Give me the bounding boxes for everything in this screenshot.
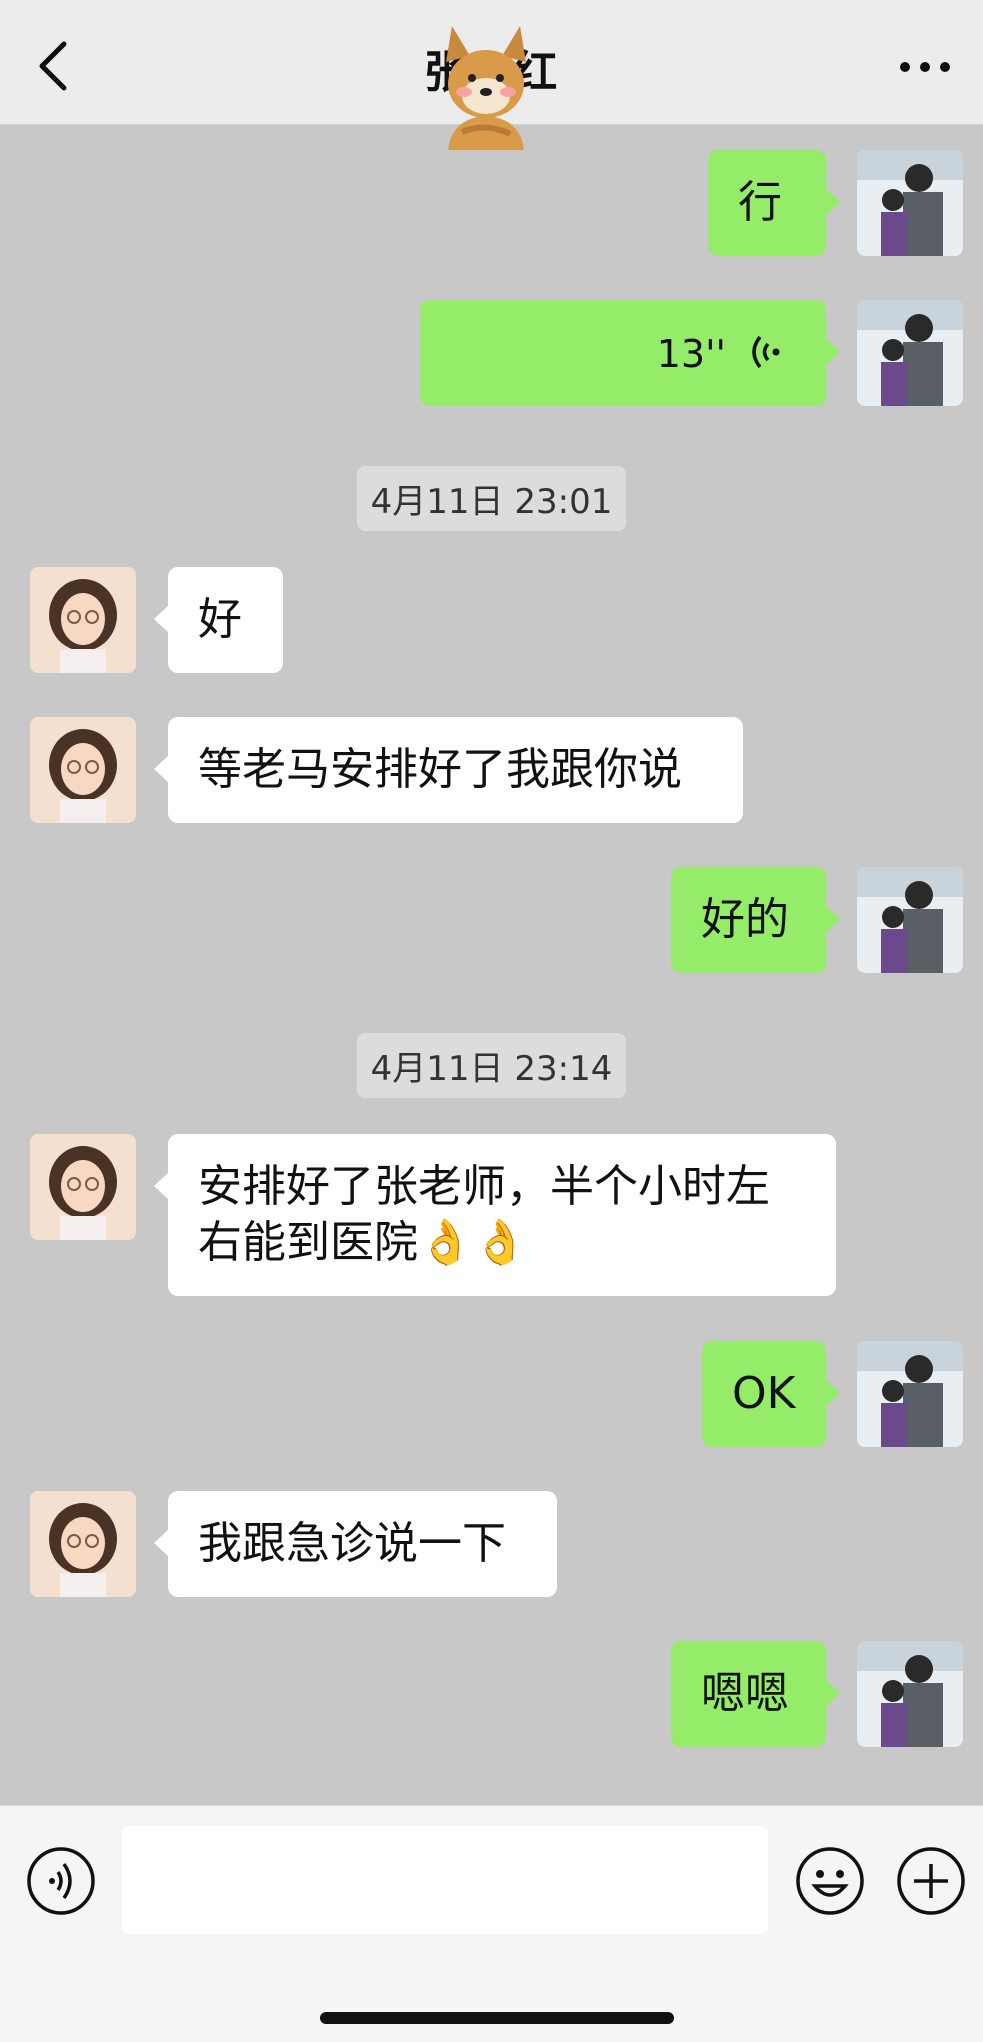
voice-input-icon: [27, 1847, 95, 1915]
message-text: 安排好了张老师，半个小时左右能到医院👌👌: [198, 1161, 770, 1268]
emoji-button[interactable]: [795, 1846, 865, 1916]
girl-avatar-icon: [30, 1491, 136, 1597]
timestamp-text: 4月11日 23:01: [356, 466, 627, 531]
girl-avatar-icon: [30, 717, 136, 823]
contact-avatar[interactable]: [30, 717, 136, 823]
message-bubble[interactable]: 嗯嗯: [671, 1641, 840, 1747]
message-bubble[interactable]: 好: [154, 567, 283, 673]
my-avatar[interactable]: [857, 300, 963, 406]
voice-message-bubble[interactable]: 13'': [420, 300, 840, 406]
girl-avatar-icon: [30, 1134, 136, 1240]
home-indicator: [320, 2012, 674, 2024]
couple-avatar-icon: [857, 867, 963, 973]
voice-duration: 13'': [656, 332, 726, 376]
message-bubble[interactable]: 等老马安排好了我跟你说: [154, 717, 743, 823]
more-button[interactable]: [895, 52, 955, 82]
message-bubble[interactable]: 安排好了张老师，半个小时左右能到医院👌👌: [154, 1134, 836, 1296]
couple-avatar-icon: [857, 1641, 963, 1747]
message-bubble[interactable]: OK: [702, 1341, 840, 1447]
my-avatar[interactable]: [857, 1641, 963, 1747]
couple-avatar-icon: [857, 300, 963, 406]
girl-avatar-icon: [30, 567, 136, 673]
my-avatar[interactable]: [857, 150, 963, 256]
couple-avatar-icon: [857, 1341, 963, 1447]
couple-avatar-icon: [857, 150, 963, 256]
timestamp: 4月11日 23:01: [0, 466, 983, 531]
contact-avatar[interactable]: [30, 567, 136, 673]
message-list[interactable]: 行 13'' 4月11日 23:01 好 等老马安排好了我跟你说 好的 4月11…: [0, 125, 983, 1805]
message-input[interactable]: [122, 1826, 768, 1934]
message-text: 嗯嗯: [701, 1668, 789, 1719]
voice-input-button[interactable]: [26, 1846, 96, 1916]
message-bubble[interactable]: 行: [708, 150, 840, 256]
message-text: 好的: [701, 894, 789, 945]
message-text: OK: [732, 1368, 796, 1419]
message-text: 好: [198, 594, 242, 645]
timestamp-text: 4月11日 23:14: [356, 1033, 627, 1098]
message-text: 我跟急诊说一下: [198, 1518, 506, 1569]
message-bubble[interactable]: 我跟急诊说一下: [154, 1491, 557, 1597]
more-actions-button[interactable]: [896, 1846, 966, 1916]
voice-wave-icon: [752, 335, 780, 369]
message-text: 行: [738, 177, 782, 228]
more-dots-icon: [900, 62, 950, 72]
chat-header: 张□红: [0, 0, 983, 150]
message-bubble[interactable]: 好的: [671, 867, 840, 973]
timestamp: 4月11日 23:14: [0, 1033, 983, 1098]
plus-icon: [897, 1847, 965, 1915]
my-avatar[interactable]: [857, 1341, 963, 1447]
emoji-icon: [796, 1847, 864, 1915]
my-avatar[interactable]: [857, 867, 963, 973]
message-text: 等老马安排好了我跟你说: [198, 744, 682, 795]
contact-avatar[interactable]: [30, 1134, 136, 1240]
input-bar: [0, 1805, 983, 2042]
contact-avatar[interactable]: [30, 1491, 136, 1597]
